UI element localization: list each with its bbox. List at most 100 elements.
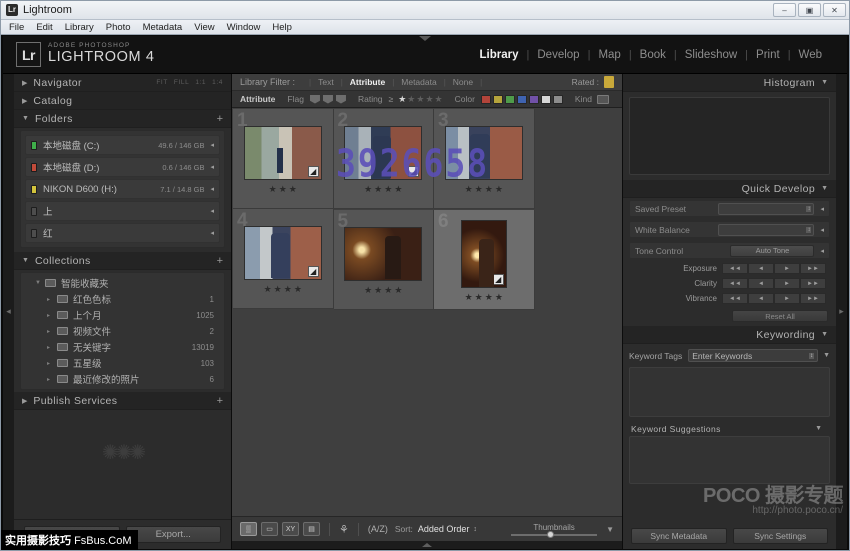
filter-tab-text[interactable]: Text: [311, 77, 341, 87]
folders-header[interactable]: ▼ Folders +: [14, 110, 231, 128]
keyword-suggestions-header[interactable]: Keyword Suggestions ▼: [623, 421, 836, 436]
cell-rating[interactable]: ★ ★ ★ ★: [264, 284, 302, 295]
clarity-increase-small[interactable]: ►: [774, 278, 800, 289]
module-library[interactable]: Library: [472, 49, 527, 61]
vibrance-increase-small[interactable]: ►: [774, 293, 800, 304]
chevron-left-icon[interactable]: ◂: [210, 141, 214, 149]
navigator-zoom-fit[interactable]: FIT: [156, 79, 168, 86]
quick-develop-header[interactable]: Quick Develop ▼: [623, 180, 836, 198]
sync-metadata-button[interactable]: Sync Metadata: [631, 528, 727, 544]
vibrance-stepper[interactable]: ◄◄ ◄ ► ►►: [722, 293, 826, 304]
color-swatch-custom[interactable]: [553, 95, 563, 104]
menu-library[interactable]: Library: [65, 22, 94, 33]
filter-tab-attribute[interactable]: Attribute: [343, 77, 392, 87]
keywording-options-caret-icon[interactable]: ▼: [823, 352, 830, 359]
white-balance-select[interactable]: ↕: [718, 224, 814, 236]
develop-badge-icon[interactable]: ◢: [308, 266, 319, 277]
collections-header[interactable]: ▼ Collections +: [14, 252, 231, 270]
photo-thumbnail[interactable]: ◢: [244, 126, 322, 180]
filmstrip-toggle[interactable]: [232, 541, 622, 549]
module-book[interactable]: Book: [632, 49, 674, 61]
keyword-suggestions-box[interactable]: [629, 436, 830, 484]
folder-row[interactable]: NIKON D600 (H:) 7.1 / 14.8 GB ◂: [25, 179, 220, 199]
navigator-header[interactable]: ▶ Navigator FIT FILL 1:1 1:4: [14, 74, 231, 92]
exposure-increase-large[interactable]: ►►: [800, 263, 826, 274]
chevron-left-icon[interactable]: ◂: [210, 207, 214, 215]
photo-thumbnail[interactable]: [344, 227, 422, 281]
rating-star-4[interactable]: ★: [425, 94, 433, 105]
kind-master-photo-icon[interactable]: [597, 95, 609, 104]
menu-photo[interactable]: Photo: [106, 22, 131, 33]
minimize-button[interactable]: –: [773, 3, 796, 17]
collection-item[interactable]: ▸ 红色色标 1: [21, 291, 224, 307]
flag-rejected-icon[interactable]: [336, 95, 346, 104]
histogram-display[interactable]: [629, 97, 830, 175]
vibrance-decrease-large[interactable]: ◄◄: [722, 293, 748, 304]
navigator-zoom-fill[interactable]: FILL: [174, 79, 189, 86]
collection-item[interactable]: ▸ 无关键字 13019: [21, 339, 224, 355]
cell-rating[interactable]: ★ ★ ★ ★: [465, 292, 503, 303]
clarity-increase-large[interactable]: ►►: [800, 278, 826, 289]
close-button[interactable]: ✕: [823, 3, 846, 17]
reset-all-button[interactable]: Reset All: [732, 310, 828, 322]
folder-row[interactable]: 上 ◂: [25, 201, 220, 221]
lock-icon[interactable]: [604, 76, 614, 88]
thumbnail-size-slider[interactable]: Thumbnails: [511, 523, 597, 536]
collection-item[interactable]: ▸ 最近修改的照片 6: [21, 371, 224, 387]
painter-spray-icon[interactable]: ⚘: [339, 523, 349, 536]
clarity-decrease-large[interactable]: ◄◄: [722, 278, 748, 289]
color-swatch-yellow[interactable]: [493, 95, 503, 104]
filter-tab-none[interactable]: None: [446, 77, 480, 87]
keywording-header[interactable]: Keywording ▼: [623, 326, 836, 344]
left-panel-collapse-handle[interactable]: ◂: [3, 74, 14, 549]
white-balance-row[interactable]: White Balance ↕ ◂: [629, 221, 830, 238]
filter-tab-metadata[interactable]: Metadata: [394, 77, 443, 87]
maximize-button[interactable]: ▣: [798, 3, 821, 17]
photo-thumbnail[interactable]: ◢: [344, 126, 422, 180]
slider-track[interactable]: [511, 534, 597, 536]
color-swatch-blue[interactable]: [517, 95, 527, 104]
vibrance-increase-large[interactable]: ►►: [800, 293, 826, 304]
color-swatch-red[interactable]: [481, 95, 491, 104]
keyword-tags-select[interactable]: Enter Keywords ↕: [688, 349, 818, 362]
toolbar-options-caret-icon[interactable]: ▼: [606, 525, 614, 534]
grid-cell[interactable]: 2 ◢ ★ ★ ★ ★: [334, 109, 435, 209]
folder-row[interactable]: 本地磁盘 (C:) 49.6 / 146 GB ◂: [25, 135, 220, 155]
add-folder-icon[interactable]: +: [217, 113, 223, 125]
grid-cell[interactable]: 5 ★ ★ ★ ★: [334, 210, 435, 310]
photo-thumbnail[interactable]: ◢: [244, 226, 322, 280]
grid-cell[interactable]: 4 ◢ ★ ★ ★ ★: [233, 209, 334, 309]
photo-thumbnail[interactable]: [445, 126, 523, 180]
menu-metadata[interactable]: Metadata: [143, 22, 183, 33]
sort-direction-icon[interactable]: (A/Z): [368, 524, 388, 534]
color-swatch-green[interactable]: [505, 95, 515, 104]
rating-operator[interactable]: ≥: [389, 94, 394, 104]
chevron-left-icon[interactable]: ◂: [210, 163, 214, 171]
auto-tone-button[interactable]: Auto Tone: [730, 245, 814, 257]
loupe-view-icon[interactable]: ▭: [261, 522, 278, 536]
color-swatch-purple[interactable]: [529, 95, 539, 104]
module-develop[interactable]: Develop: [529, 49, 587, 61]
identity-plate[interactable]: Lr ADOBE PHOTOSHOP LIGHTROOM 4: [3, 42, 155, 67]
folder-row[interactable]: 红 ◂: [25, 223, 220, 243]
cell-rating[interactable]: ★ ★ ★ ★: [364, 285, 402, 296]
rating-star-3[interactable]: ★: [416, 94, 424, 105]
export-button[interactable]: Export...: [126, 526, 222, 543]
module-print[interactable]: Print: [748, 49, 788, 61]
exposure-decrease-small[interactable]: ◄: [748, 263, 774, 274]
exposure-increase-small[interactable]: ►: [774, 263, 800, 274]
right-panel-collapse-handle[interactable]: ▸: [836, 74, 847, 549]
menu-view[interactable]: View: [194, 22, 214, 33]
add-collection-icon[interactable]: +: [217, 255, 223, 267]
sort-caret-icon[interactable]: ↕: [473, 526, 477, 533]
develop-badge-icon[interactable]: ◢: [408, 166, 419, 177]
rating-star-5[interactable]: ★: [435, 94, 443, 105]
exposure-stepper[interactable]: ◄◄ ◄ ► ►►: [722, 263, 826, 274]
module-map[interactable]: Map: [590, 49, 628, 61]
slider-knob[interactable]: [547, 531, 554, 538]
cell-rating[interactable]: ★ ★ ★ ★: [465, 184, 503, 195]
keyword-entry-box[interactable]: [629, 367, 830, 417]
grid-cell[interactable]: 3 ★ ★ ★ ★: [434, 109, 535, 209]
collection-item[interactable]: ▸ 上个月 1025: [21, 307, 224, 323]
navigator-zoom-1-4[interactable]: 1:4: [212, 79, 223, 86]
